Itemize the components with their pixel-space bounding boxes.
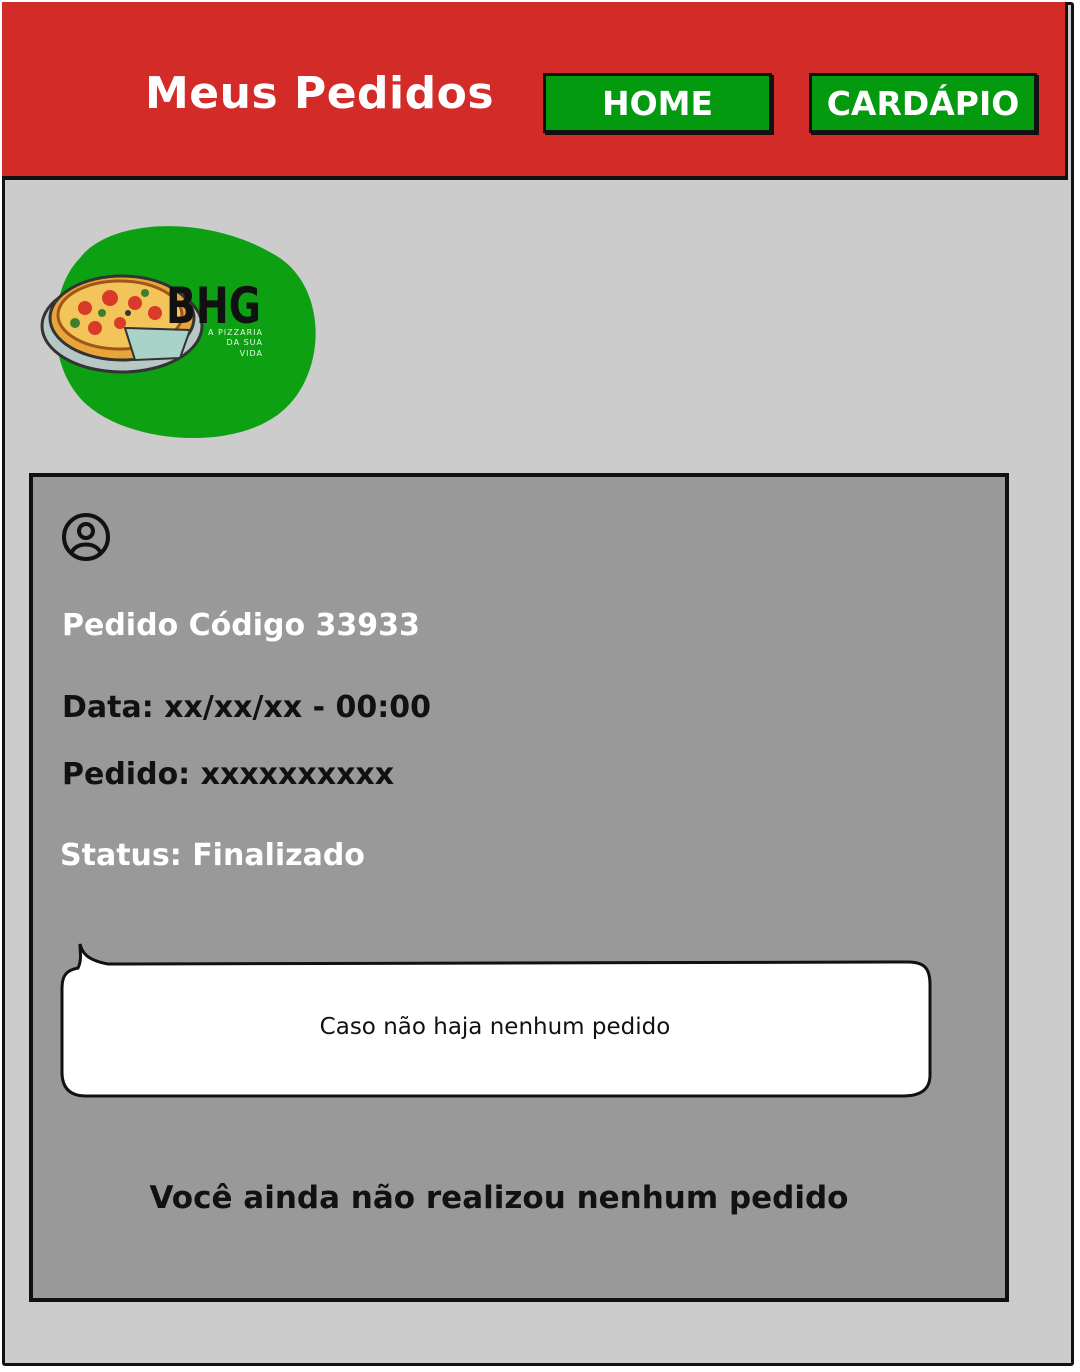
top-header: Meus Pedidos HOME CARDÁPIO	[2, 2, 1068, 180]
bubble-note-text: Caso não haja nenhum pedido	[319, 1014, 671, 1040]
order-date: Data: xx/xx/xx - 00:00	[62, 690, 432, 725]
pizzeria-logo[interactable]: BHG A PIZZARIA DA SUA VIDA	[40, 218, 320, 440]
user-icon[interactable]	[60, 511, 112, 563]
logo-tagline-1: A PIZZARIA	[208, 328, 263, 337]
order-status: Status: Finalizado	[60, 838, 365, 873]
empty-orders-message: Você ainda não realizou nenhum pedido	[149, 1180, 849, 1216]
menu-button[interactable]: CARDÁPIO	[809, 73, 1037, 133]
logo-tagline-2: DA SUA	[227, 338, 263, 347]
order-items: Pedido: xxxxxxxxxx	[62, 757, 395, 792]
order-code: Pedido Código 33933	[62, 608, 420, 643]
logo-brand-text: BHG	[166, 277, 261, 335]
home-button[interactable]: HOME	[543, 73, 772, 133]
page-title: Meus Pedidos	[145, 68, 495, 119]
logo-tagline-3: VIDA	[240, 349, 263, 358]
order-card	[29, 473, 1009, 1302]
